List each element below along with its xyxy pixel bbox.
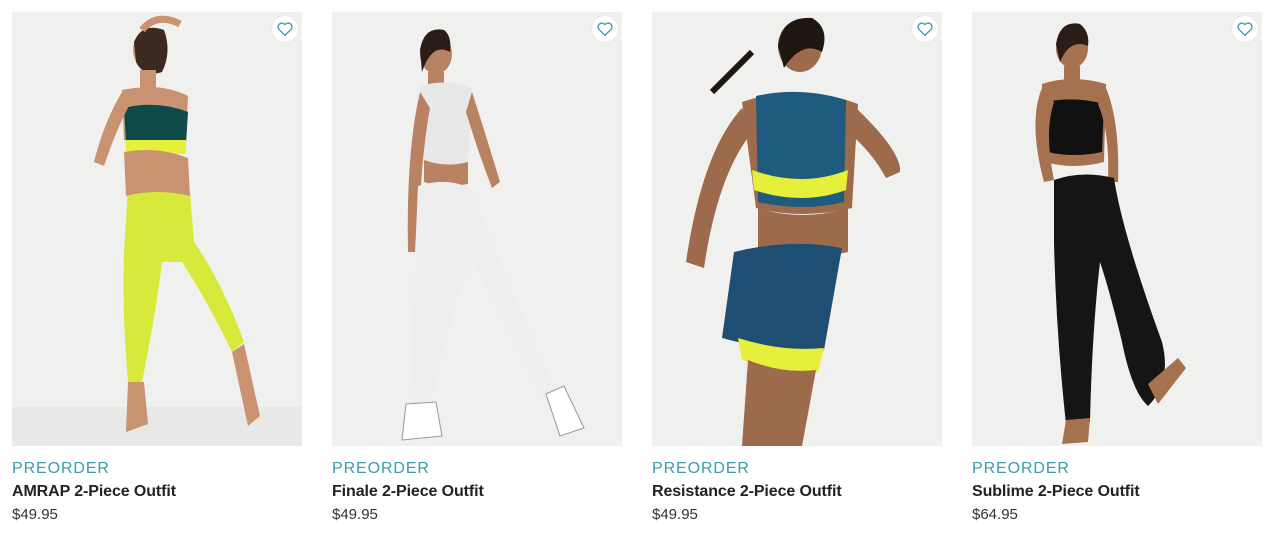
product-price: $49.95	[12, 506, 58, 523]
product-image[interactable]	[652, 12, 942, 446]
favorite-button[interactable]	[1232, 16, 1258, 42]
product-image[interactable]	[332, 12, 622, 446]
favorite-button[interactable]	[912, 16, 938, 42]
product-name[interactable]: AMRAP 2-Piece Outfit	[12, 482, 302, 502]
product-name[interactable]: Finale 2-Piece Outfit	[332, 482, 622, 502]
product-price: $49.95	[652, 506, 698, 523]
preorder-badge: PREORDER	[652, 460, 750, 477]
product-image[interactable]	[12, 12, 302, 446]
product-name[interactable]: Sublime 2-Piece Outfit	[972, 482, 1262, 502]
model-photo	[1035, 23, 1186, 444]
product-card[interactable]: PREORDER AMRAP 2-Piece Outfit $49.95	[12, 12, 302, 524]
product-card[interactable]: PREORDER Resistance 2-Piece Outfit $49.9…	[652, 12, 942, 524]
heart-outline-icon	[1237, 22, 1253, 37]
product-card[interactable]: PREORDER Finale 2-Piece Outfit $49.95	[332, 12, 622, 524]
product-price: $64.95	[972, 506, 1018, 523]
favorite-button[interactable]	[272, 16, 298, 42]
model-photo	[401, 29, 585, 441]
model-photo	[686, 17, 901, 446]
product-price: $49.95	[332, 506, 378, 523]
heart-outline-icon	[597, 22, 613, 37]
preorder-badge: PREORDER	[12, 460, 110, 477]
product-image[interactable]	[972, 12, 1262, 446]
product-grid: PREORDER AMRAP 2-Piece Outfit $49.95 PRE…	[12, 12, 1262, 524]
heart-outline-icon	[277, 22, 293, 37]
preorder-badge: PREORDER	[972, 460, 1070, 477]
model-photo	[12, 15, 302, 446]
favorite-button[interactable]	[592, 16, 618, 42]
product-name[interactable]: Resistance 2-Piece Outfit	[652, 482, 942, 502]
product-card[interactable]: PREORDER Sublime 2-Piece Outfit $64.95	[972, 12, 1262, 524]
heart-outline-icon	[917, 22, 933, 37]
preorder-badge: PREORDER	[332, 460, 430, 477]
